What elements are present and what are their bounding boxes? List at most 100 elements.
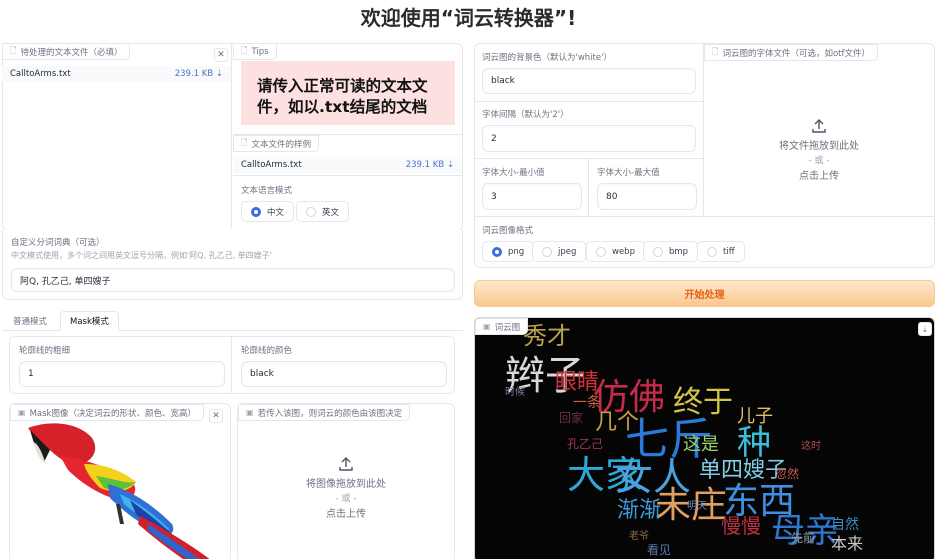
tab-normal-mode[interactable]: 普通模式	[4, 311, 56, 330]
file-icon: 🗋	[241, 45, 248, 55]
color-image-label: ▣ 若传入该图，则词云的颜色由该图决定	[238, 404, 411, 421]
wordcloud-word: 一条	[573, 395, 601, 411]
file-icon: 🗋	[10, 45, 17, 55]
wordcloud-word: 回家	[559, 411, 584, 425]
sample-file-row[interactable]: CalltoArms.txt 239.1 KB ⇣	[233, 157, 462, 173]
start-button[interactable]: 开始处理	[474, 280, 935, 307]
sample-file-block: 🗋 文本文件的样例 CalltoArms.txt 239.1 KB ⇣	[233, 134, 463, 176]
radio-png[interactable]: png	[482, 241, 535, 262]
radio-dot	[596, 246, 606, 257]
font-max-input[interactable]: 80	[597, 183, 697, 210]
dict-label: 自定义分词词典（可选）	[11, 238, 105, 248]
stroke-color-label: 轮廓线的颜色	[241, 346, 293, 356]
wordcloud-image: 秀才 辫子 仿佛 终于 七斤种大家 女人 单四嫂子 未庄 东西 母亲 眼睛 几个 儿子 这是 渐渐 慢慢 本来一…	[475, 318, 934, 559]
file-icon: 🗋	[241, 137, 248, 147]
sample-file-label: 🗋 文本文件的样例	[233, 135, 319, 152]
font-min-input[interactable]: 3	[482, 183, 582, 210]
tab-mask-mode[interactable]: Mask模式	[60, 311, 119, 331]
radio-bmp[interactable]: bmp	[643, 241, 699, 262]
wordcloud-word: 先前	[791, 531, 816, 545]
radio-chinese[interactable]: 中文	[241, 201, 295, 222]
image-icon: ▣	[483, 322, 491, 331]
mask-image-label: ▣ Mask图像（决定词云的形状、颜色、宽高）	[10, 404, 204, 421]
font-min-block: 字体大小-最小值 3	[475, 159, 589, 216]
tips-text: 请传入正常可读的文本文件，如以.txt结尾的文档	[241, 61, 455, 125]
upload-icon	[812, 119, 826, 133]
wordcloud-word: 渐渐	[617, 498, 662, 523]
mask-image-upload[interactable]: ▣ Mask图像（决定词云的形状、颜色、宽高） ✕	[9, 403, 231, 559]
wordcloud-word: 慢慢	[721, 514, 761, 538]
radio-dot	[306, 206, 316, 217]
spacing-input[interactable]: 2	[482, 125, 696, 152]
wordcloud-word: 单四嫂子	[699, 458, 788, 483]
font-min-label: 字体大小-最小值	[482, 168, 545, 178]
wordcloud-word: 忽然	[775, 467, 800, 481]
color-image-dropzone[interactable]: 将图像拖放到此处 - 或 - 点击上传	[238, 456, 454, 522]
dict-block: 自定义分词词典（可选） 中文模式使用，多个词之间用英文逗号分隔，例如'阿Q, 孔…	[2, 230, 463, 300]
wordcloud-word: 秀才	[523, 322, 571, 350]
wordcloud-word: 这是	[683, 434, 719, 455]
bg-color-block: 词云图的背景色（默认为'white'） black	[475, 44, 704, 102]
tips-label: 🗋 Tips	[233, 43, 277, 60]
radio-tiff[interactable]: tiff	[697, 241, 745, 262]
wordcloud-word: 儿子	[737, 406, 773, 427]
bg-color-input[interactable]: black	[482, 68, 696, 94]
format-block: 词云图像格式 png jpeg webp bmp tiff	[475, 216, 934, 267]
radio-dot	[542, 246, 552, 257]
file-icon: 🗋	[712, 46, 719, 56]
stroke-settings: 轮廓线的粗细 1 轮廓线的颜色 black	[9, 336, 455, 394]
radio-dot-checked	[251, 206, 261, 217]
dict-input[interactable]: 阿Q, 孔乙己, 单四嫂子	[11, 268, 455, 292]
wordcloud-word: 这时	[801, 441, 821, 452]
color-image-upload[interactable]: ▣ 若传入该图，则词云的颜色由该图决定 将图像拖放到此处 - 或 - 点击上传	[237, 403, 455, 559]
output-label: ▣ 词云图	[475, 318, 529, 335]
uploaded-file-row[interactable]: CalltoArms.txt 239.1 KB ⇣	[2, 66, 231, 82]
font-max-block: 字体大小-最大值 80	[589, 159, 704, 216]
wordcloud-word: 孔乙己	[567, 437, 604, 451]
radio-dot	[707, 246, 717, 257]
tips-block: 🗋 Tips 请传入正常可读的文本文件，如以.txt结尾的文档	[233, 43, 463, 131]
font-file-upload[interactable]: 🗋 词云图的字体文件（可选，如otf文件） 将文件拖放到此处 - 或 - 点击上…	[704, 44, 934, 216]
language-block: 文本语言模式 中文 英文	[233, 175, 463, 228]
sample-file-name: CalltoArms.txt	[241, 160, 302, 170]
font-file-dropzone[interactable]: 将文件拖放到此处 - 或 - 点击上传	[704, 118, 934, 184]
clear-file-button[interactable]: ✕	[214, 48, 228, 62]
image-icon: ▣	[246, 408, 254, 417]
wordcloud-word: 眼睛	[555, 370, 600, 395]
wordcloud-word: 自然	[831, 517, 859, 533]
wordcloud-word: 明天	[687, 501, 707, 512]
page-title: 欢迎使用“词云转换器”!	[360, 6, 577, 30]
mode-tabs: 普通模式 Mask模式	[2, 311, 463, 331]
font-max-label: 字体大小-最大值	[597, 168, 660, 178]
clear-mask-button[interactable]: ✕	[209, 409, 223, 423]
radio-english[interactable]: 英文	[296, 201, 350, 222]
wordcloud-word: 时候	[505, 387, 525, 398]
stroke-width-label: 轮廓线的粗细	[19, 346, 71, 356]
wordcloud-word: 几个	[595, 410, 640, 435]
text-file-upload[interactable]: 🗋 待处理的文本文件（必填） ✕ CalltoArms.txt 239.1 KB…	[2, 43, 232, 228]
stroke-color-input[interactable]: black	[241, 361, 447, 387]
radio-dot	[653, 246, 663, 257]
font-file-label: 🗋 词云图的字体文件（可选，如otf文件）	[704, 44, 878, 61]
radio-webp[interactable]: webp	[586, 241, 645, 262]
text-file-label: 🗋 待处理的文本文件（必填）	[2, 43, 131, 60]
format-label: 词云图像格式	[482, 226, 534, 236]
file-download-link[interactable]: 239.1 KB ⇣	[175, 69, 223, 79]
spacing-block: 字体间隔（默认为'2'） 2	[475, 102, 704, 159]
parrot-image	[28, 423, 210, 559]
bg-color-label: 词云图的背景色（默认为'white'）	[482, 53, 612, 63]
wordcloud-word: 种	[737, 423, 771, 463]
wordcloud-output: 秀才 辫子 仿佛 终于 七斤种大家 女人 单四嫂子 未庄 东西 母亲 眼睛 几个 儿子 这是 渐渐 慢慢 本来一…	[474, 317, 935, 559]
stroke-width-input[interactable]: 1	[19, 361, 225, 387]
file-name: CalltoArms.txt	[10, 69, 71, 79]
wordcloud-word: 老爷	[629, 531, 649, 542]
sample-download-link[interactable]: 239.1 KB ⇣	[406, 160, 454, 170]
download-icon[interactable]: ⇣	[918, 322, 932, 336]
radio-dot-checked	[492, 246, 502, 257]
upload-icon	[339, 457, 353, 471]
image-icon: ▣	[18, 408, 26, 417]
radio-jpeg[interactable]: jpeg	[532, 241, 587, 262]
language-label: 文本语言模式	[241, 186, 293, 196]
wordcloud-word: 本来	[831, 534, 864, 553]
spacing-label: 字体间隔（默认为'2'）	[482, 110, 569, 120]
